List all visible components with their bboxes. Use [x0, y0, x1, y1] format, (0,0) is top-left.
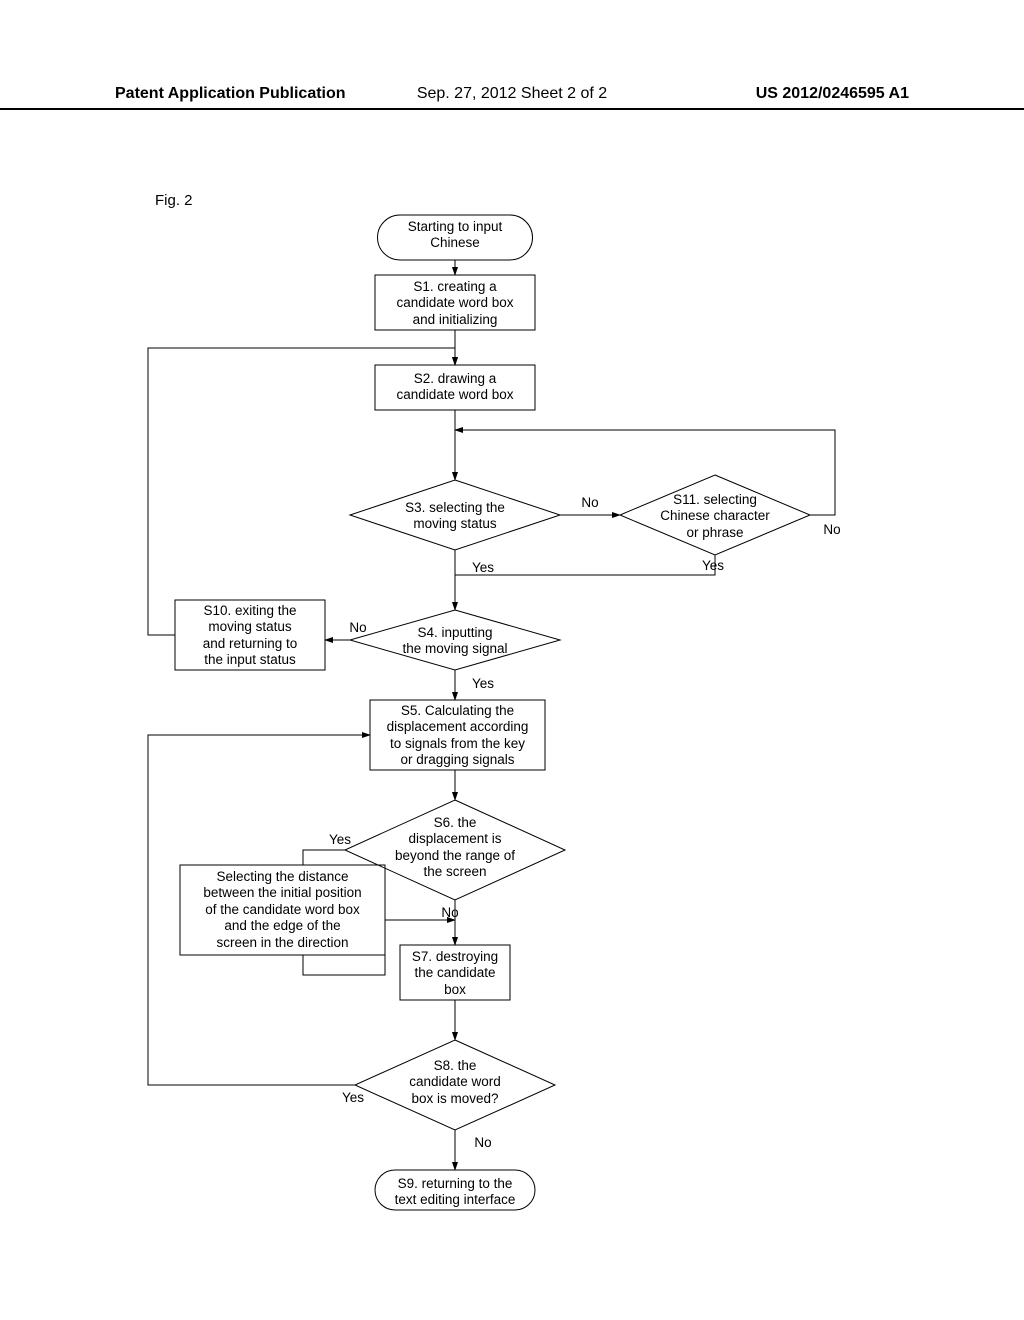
flowchart-canvas — [0, 0, 1024, 1320]
label-s8-yes: Yes — [333, 1090, 373, 1106]
label-s4-no: No — [338, 620, 378, 636]
node-s6: S6. thedisplacement isbeyond the range o… — [368, 815, 542, 881]
label-s11-no: No — [812, 522, 852, 538]
node-clip: Selecting the distancebetween the initia… — [183, 869, 382, 951]
label-s6-no: No — [430, 905, 470, 921]
label-s3-yes: Yes — [463, 560, 503, 576]
node-s7: S7. destroyingthe candidatebox — [403, 949, 507, 998]
label-s6-yes: Yes — [320, 832, 360, 848]
node-s11: S11. selectingChinese characteror phrase — [635, 492, 795, 541]
node-s4: S4. inputtingthe moving signal — [375, 625, 535, 658]
node-s8: S8. thecandidate wordbox is moved? — [378, 1058, 532, 1107]
node-s3: S3. selecting themoving status — [375, 500, 535, 533]
label-s4-yes: Yes — [463, 676, 503, 692]
label-s3-no: No — [570, 495, 610, 511]
node-s10: S10. exiting themoving statusand returni… — [178, 603, 322, 669]
node-s1: S1. creating acandidate word boxand init… — [378, 279, 532, 328]
node-start: Starting to inputChinese — [390, 219, 520, 252]
node-s9: S9. returning to thetext editing interfa… — [382, 1176, 528, 1209]
node-s5: S5. Calculating thedisplacement accordin… — [373, 703, 542, 769]
label-s11-yes: Yes — [693, 558, 733, 574]
node-s2: S2. drawing acandidate word box — [378, 371, 532, 404]
label-s8-no: No — [463, 1135, 503, 1151]
